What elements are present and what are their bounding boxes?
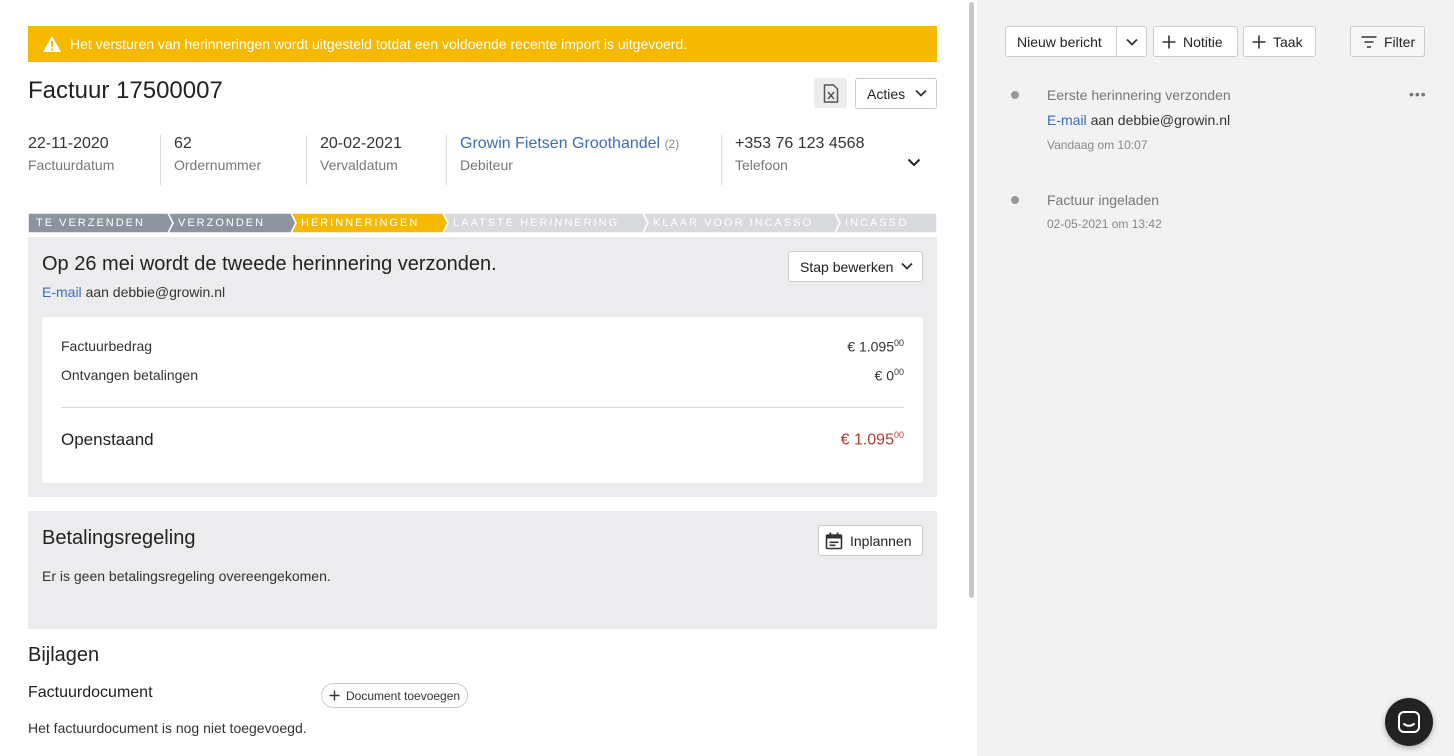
add-note-label: Notitie [1183, 33, 1223, 50]
meta-phone: +353 76 123 4568 Telefoon [735, 135, 864, 185]
due-date-label: Vervaldatum [320, 157, 398, 173]
plus-icon [329, 690, 340, 701]
attachments-heading: Bijlagen [28, 644, 100, 666]
next-step-panel: Op 26 mei wordt de tweede herinnering ve… [28, 237, 937, 497]
status-stepper: TE VERZENDEN VERZONDEN HERINNERINGEN LAATST… [28, 213, 937, 233]
invoice-date-label: Factuurdatum [28, 157, 115, 173]
add-document-label: Document toevoegen [346, 688, 461, 703]
filter-icon [1361, 35, 1377, 48]
filter-button[interactable]: Filter [1350, 26, 1425, 57]
add-task-button[interactable]: Taak [1243, 26, 1316, 57]
recipient-text: aan debbie@growin.nl [1090, 112, 1231, 128]
actions-label: Acties [867, 85, 906, 102]
timeline-item-title: Factuur ingeladen [1047, 192, 1160, 208]
divider [446, 135, 447, 185]
chevron-down-icon [1125, 38, 1138, 46]
invoice-date-value: 22-11-2020 [28, 135, 109, 152]
plus-icon [1162, 35, 1176, 48]
main-scrollbar[interactable] [968, 0, 977, 756]
edit-step-button[interactable]: Stap bewerken [788, 251, 923, 282]
timeline-item-time: Vandaag om 10:07 [1047, 138, 1148, 152]
payment-arrangement-panel: Betalingsregeling Inplannen Er is geen b… [28, 511, 937, 629]
divider [306, 135, 307, 185]
new-message-label: Nieuw bericht [1017, 33, 1102, 50]
phone-label: Telefoon [735, 157, 788, 173]
warning-banner: Het versturen van herinneringen wordt ui… [28, 26, 937, 62]
order-label: Ordernummer [174, 157, 262, 173]
arrangement-heading: Betalingsregeling [42, 527, 196, 549]
step-label-active: HERINNERINGEN [301, 217, 420, 229]
page-title: Factuur 17500007 [28, 77, 223, 104]
divider [721, 135, 722, 185]
email-channel-link[interactable]: E-mail [1047, 112, 1087, 128]
received-payments-value: € 000 [874, 367, 904, 384]
step-label-pending: KLAAR VOOR INCASSO [653, 217, 814, 229]
meta-order: 62 Ordernummer [174, 135, 261, 185]
timeline-dot [1011, 91, 1019, 99]
invoice-document-heading: Factuurdocument [28, 684, 153, 701]
debtor-link[interactable]: Growin Fietsen Groothandel [460, 135, 660, 152]
invoice-amount-row: Factuurbedrag € 1.09500 [61, 338, 904, 355]
next-step-recipient: E-mail aan debbie@growin.nl [42, 284, 225, 300]
step-label-pending: INCASSO [845, 217, 909, 229]
filter-label: Filter [1384, 33, 1416, 50]
received-payments-row: Ontvangen betalingen € 000 [61, 367, 904, 384]
debtor-label: Debiteur [460, 157, 513, 173]
add-document-button[interactable]: Document toevoegen [321, 683, 468, 708]
received-payments-label: Ontvangen betalingen [61, 367, 198, 383]
amounts-card: Factuurbedrag € 1.09500 Ontvangen betali… [42, 317, 923, 483]
outstanding-row: Openstaand € 1.09500 [61, 430, 904, 450]
chat-icon [1398, 711, 1420, 733]
timeline-dot [1011, 196, 1019, 204]
actions-button[interactable]: Acties [855, 78, 937, 109]
chevron-down-icon [901, 262, 913, 270]
chevron-down-icon [915, 89, 927, 97]
step-label-pending: LAATSTE HERINNERING [453, 217, 620, 229]
warning-text: Het versturen van herinneringen wordt ui… [70, 36, 688, 52]
debtor-count: (2) [664, 137, 680, 151]
step-label-done: TE VERZENDEN [36, 217, 145, 229]
meta-due-date: 20-02-2021 Vervaldatum [320, 135, 402, 185]
schedule-label: Inplannen [850, 532, 912, 549]
invoice-document-empty-text: Het factuurdocument is nog niet toegevoe… [28, 720, 307, 736]
due-date-value: 20-02-2021 [320, 135, 402, 152]
plus-icon [1252, 35, 1266, 48]
phone-value: +353 76 123 4568 [735, 135, 865, 152]
invoice-amount-value: € 1.09500 [847, 338, 904, 355]
outstanding-label: Openstaand [61, 430, 154, 449]
calendar-icon [825, 532, 843, 549]
main-content: Het versturen van herinneringen wordt ui… [0, 0, 968, 756]
schedule-button[interactable]: Inplannen [818, 525, 923, 556]
email-channel-link[interactable]: E-mail [42, 284, 82, 300]
meta-debtor: Growin Fietsen Groothandel (2) Debiteur [460, 135, 679, 185]
next-step-heading: Op 26 mei wordt de tweede herinnering ve… [42, 253, 497, 275]
timeline-item-title: Eerste herinnering verzonden [1047, 87, 1231, 103]
order-value: 62 [174, 135, 192, 152]
timeline-item-recipient: E-mail aan debbie@growin.nl [1047, 112, 1230, 128]
expand-details-chevron-icon[interactable] [907, 158, 921, 167]
arrangement-text: Er is geen betalingsregeling overeengeko… [42, 568, 331, 584]
meta-invoice-date: 22-11-2020 Factuurdatum [28, 135, 114, 185]
excel-file-icon [823, 83, 838, 103]
recipient-text: aan debbie@growin.nl [85, 284, 226, 300]
divider [61, 407, 904, 408]
edit-step-label: Stap bewerken [800, 258, 894, 275]
export-excel-button[interactable] [814, 78, 847, 108]
chat-launcher-button[interactable] [1385, 698, 1433, 746]
outstanding-value: € 1.09500 [840, 430, 904, 449]
more-icon[interactable]: ••• [1409, 86, 1427, 102]
warning-icon [43, 36, 61, 52]
timeline-item-time: 02-05-2021 om 13:42 [1047, 217, 1162, 231]
step-label-done: VERZONDEN [178, 217, 266, 229]
divider [160, 135, 161, 185]
add-note-button[interactable]: Notitie [1153, 26, 1238, 57]
add-task-label: Taak [1273, 33, 1303, 50]
scrollbar-thumb[interactable] [969, 2, 974, 598]
new-message-dropdown[interactable] [1117, 27, 1146, 56]
invoice-amount-label: Factuurbedrag [61, 338, 153, 354]
